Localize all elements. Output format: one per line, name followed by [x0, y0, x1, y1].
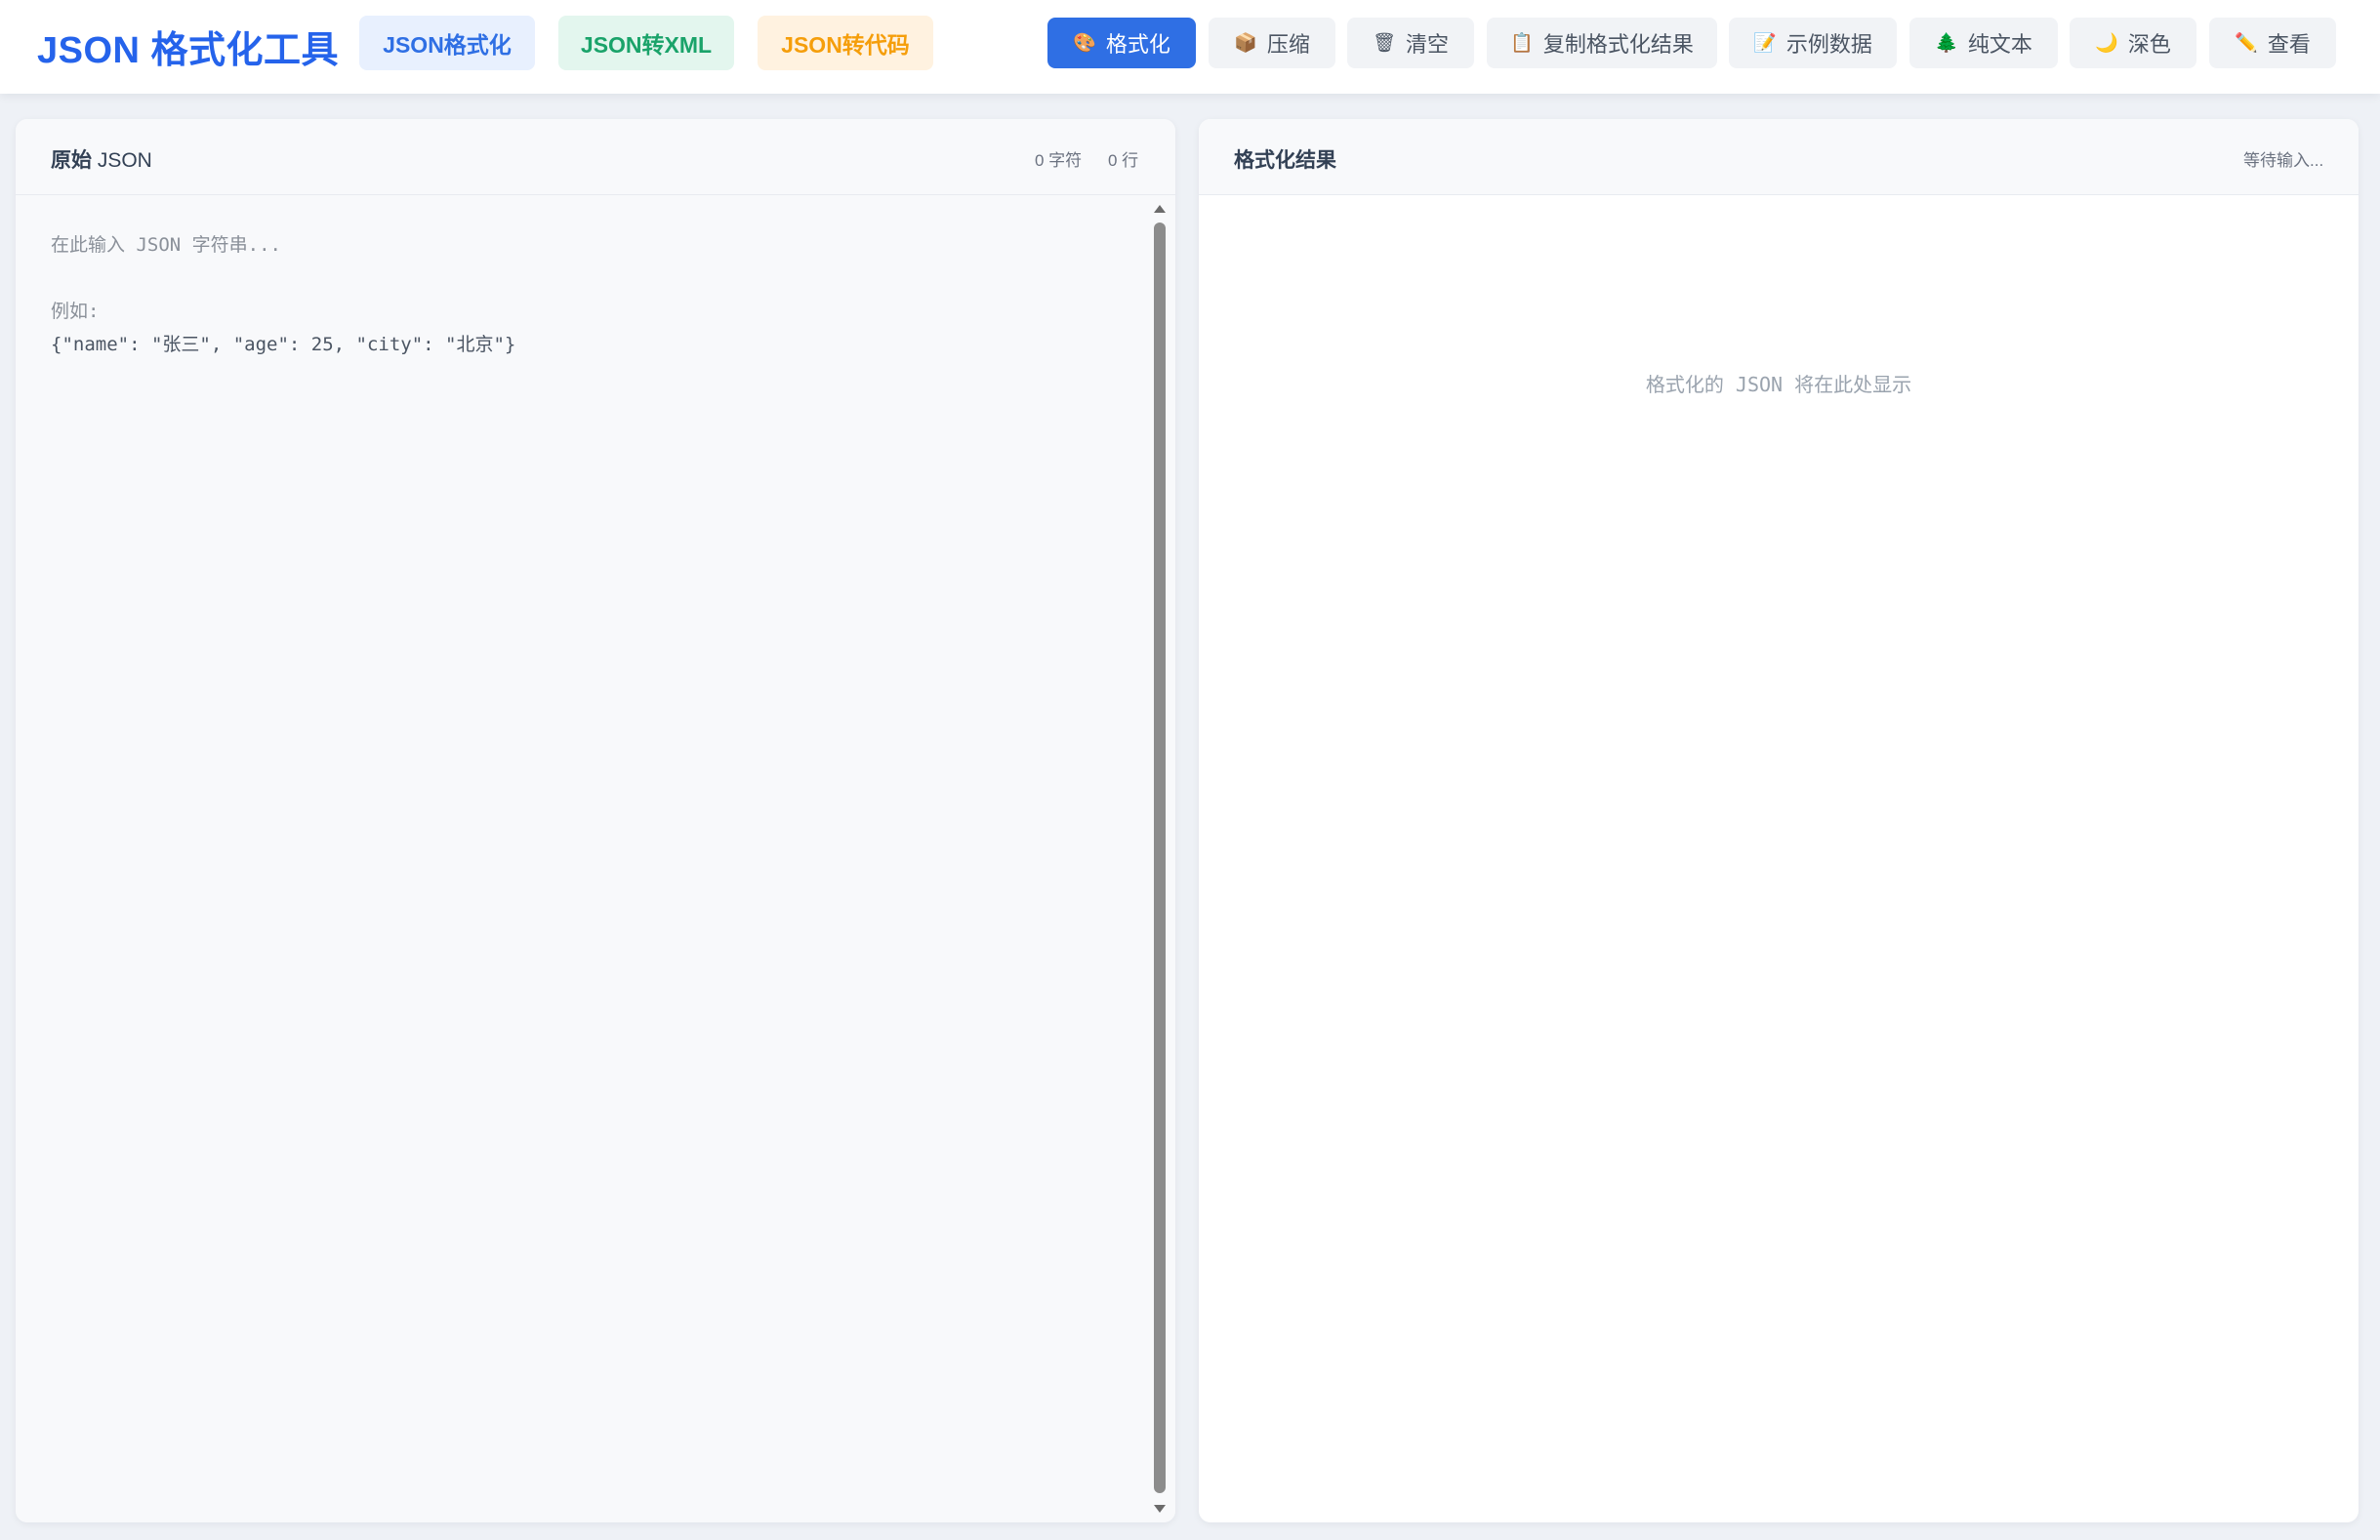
placeholder-line-2: 例如:	[51, 301, 100, 322]
output-panel-title: 格式化结果	[1234, 149, 1336, 172]
tree-icon: 🌲	[1935, 32, 1958, 54]
view-button[interactable]: ✏️ 查看	[2209, 18, 2336, 68]
output-panel-header: 格式化结果 等待输入...	[1199, 119, 2359, 195]
input-scrollbar[interactable]	[1146, 195, 1175, 1522]
line-count: 0 行	[1108, 151, 1139, 170]
input-panel-title-main: 原始	[51, 149, 92, 172]
compress-button-label: 压缩	[1266, 32, 1310, 57]
input-panel-title-sub: JSON	[97, 149, 152, 172]
dark-mode-button-label: 深色	[2127, 32, 2171, 57]
top-toolbar: JSON 格式化工具 JSON格式化 JSON转XML JSON转代码 🎨 格式…	[0, 0, 2380, 94]
tab-json-to-code[interactable]: JSON转代码	[758, 16, 933, 70]
compress-button[interactable]: 📦 压缩	[1209, 18, 1335, 68]
json-input-textarea[interactable]: 在此输入 JSON 字符串... 例如: {"name": "张三", "age":…	[16, 195, 1175, 1522]
trash-icon: 🗑	[1372, 32, 1397, 54]
tab-json-format[interactable]: JSON格式化	[359, 16, 535, 70]
input-panel: 原始 JSON 0 字符 0 行 在此输入 JSON 字符串... 例如: {"na…	[16, 119, 1175, 1522]
plain-text-button[interactable]: 🌲 纯文本	[1909, 18, 2058, 68]
scroll-up-arrow-icon[interactable]	[1154, 205, 1166, 213]
app-title: JSON 格式化工具	[37, 30, 340, 71]
clipboard-icon: 📋	[1510, 32, 1534, 54]
dark-mode-button[interactable]: 🌙 深色	[2070, 18, 2196, 68]
format-button[interactable]: 🎨 格式化	[1047, 18, 1196, 68]
moon-icon: 🌙	[2095, 32, 2118, 54]
view-button-label: 查看	[2267, 32, 2311, 57]
char-count: 0 字符	[1035, 151, 1083, 170]
copy-result-button-label: 复制格式化结果	[1542, 32, 1694, 57]
input-panel-header: 原始 JSON 0 字符 0 行	[16, 119, 1175, 195]
input-panel-title: 原始 JSON	[51, 144, 152, 174]
clear-button[interactable]: 🗑 清空	[1347, 18, 1474, 68]
pencil-icon: ✏️	[2235, 32, 2258, 54]
scroll-thumb[interactable]	[1154, 223, 1166, 1493]
placeholder-example: {"name": "张三", "age": 25, "city": "北京"}	[51, 334, 516, 355]
output-empty-message: 格式化的 JSON 将在此处显示	[1645, 373, 1912, 396]
sample-data-button[interactable]: 📝 示例数据	[1729, 18, 1897, 68]
format-button-label: 格式化	[1105, 32, 1170, 57]
clear-button-label: 清空	[1406, 32, 1450, 57]
tab-json-to-xml[interactable]: JSON转XML	[558, 16, 734, 70]
package-icon: 📦	[1234, 32, 1257, 54]
copy-result-button[interactable]: 📋 复制格式化结果	[1487, 18, 1717, 68]
sample-data-button-label: 示例数据	[1785, 32, 1872, 57]
output-panel: 格式化结果 等待输入... 格式化的 JSON 将在此处显示	[1199, 119, 2359, 1522]
palette-icon: 🎨	[1073, 32, 1096, 54]
output-status: 等待输入...	[2243, 151, 2324, 170]
plain-text-button-label: 纯文本	[1967, 32, 2032, 57]
placeholder-line-1: 在此输入 JSON 字符串...	[51, 234, 281, 256]
scroll-down-arrow-icon[interactable]	[1154, 1505, 1166, 1513]
input-placeholder: 在此输入 JSON 字符串... 例如: {"name": "张三", "age":…	[51, 228, 515, 361]
memo-icon: 📝	[1753, 32, 1777, 54]
